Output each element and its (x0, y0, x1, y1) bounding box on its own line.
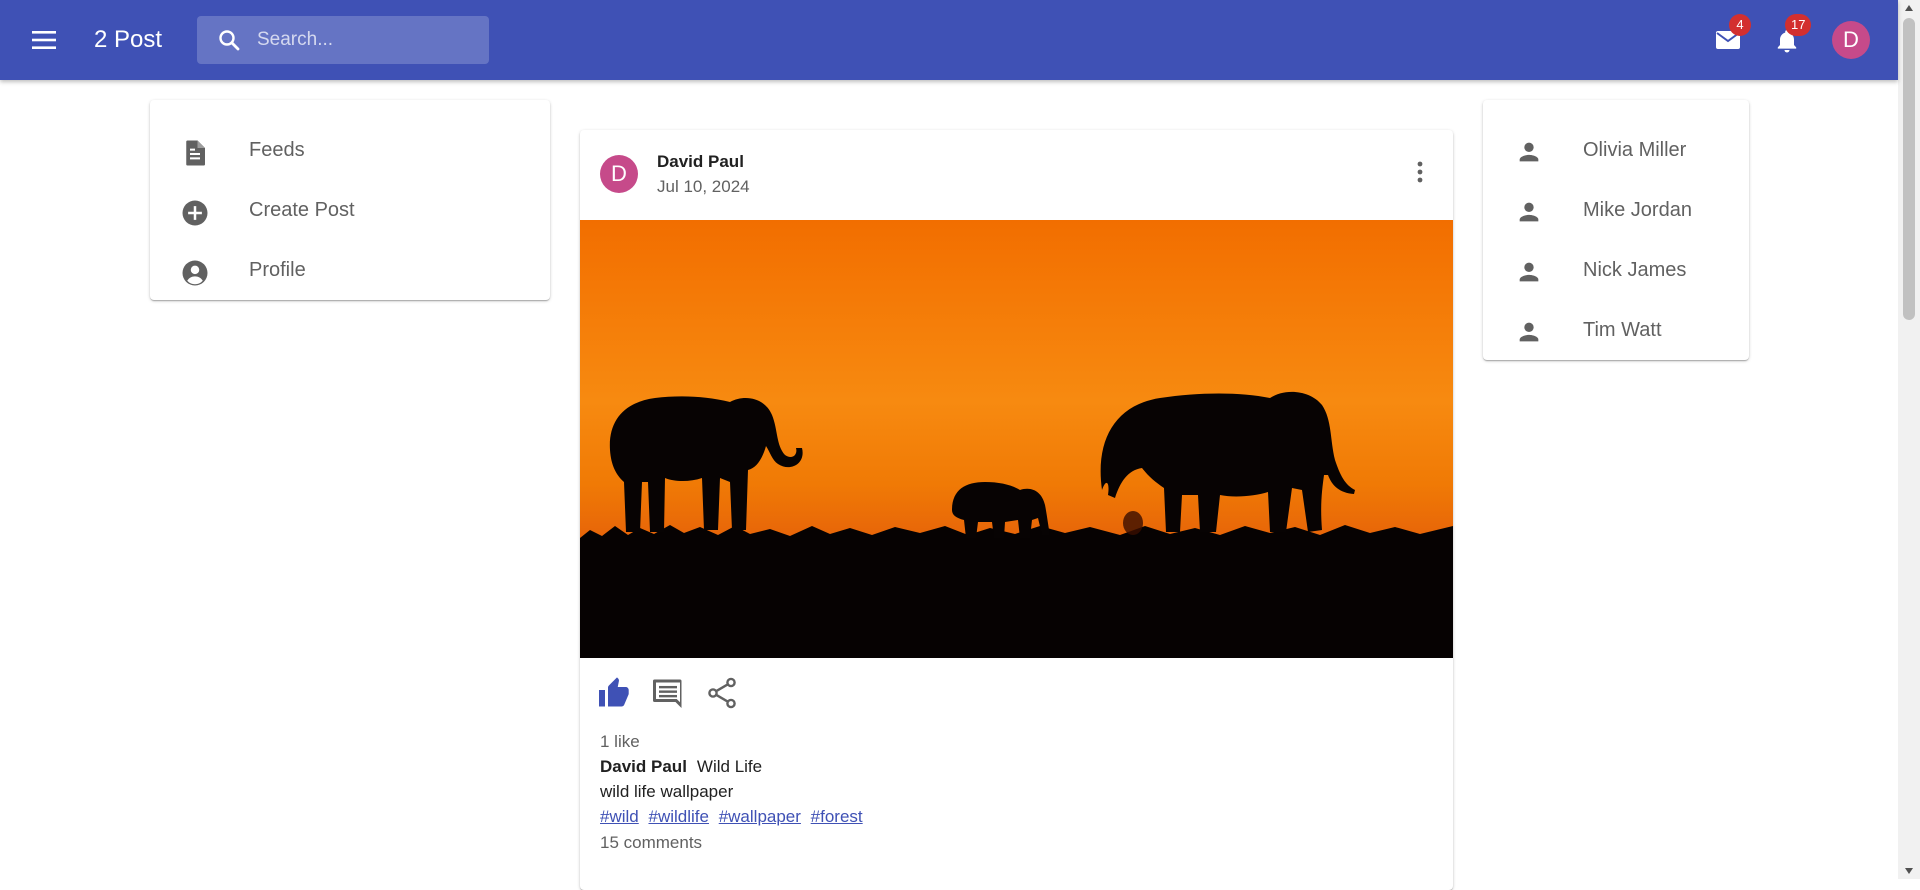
post-author[interactable]: David Paul (657, 152, 744, 172)
person-icon (1519, 322, 1539, 342)
page-scrollbar[interactable] (1898, 0, 1920, 879)
sidebar-item-label: Feeds (249, 139, 305, 161)
app-bar: 2 Post 4 17 D (0, 0, 1898, 80)
thumb-up-icon (599, 677, 629, 707)
mail-button[interactable]: 4 (1707, 14, 1751, 60)
account-circle-icon (182, 260, 208, 286)
post-more-button[interactable] (1400, 152, 1440, 192)
more-vert-icon (1417, 161, 1423, 183)
notifications-badge: 17 (1785, 14, 1812, 36)
friend-name: Mike Jordan (1583, 199, 1692, 221)
app-title: 2 Post (94, 26, 163, 53)
comment-button[interactable] (650, 675, 686, 711)
user-avatar[interactable]: D (1832, 21, 1870, 59)
share-button[interactable] (704, 675, 740, 711)
like-count: 1 like (600, 732, 640, 751)
sidebar-nav: Feeds Create Post Profile (150, 100, 550, 300)
post-image[interactable] (580, 220, 1453, 658)
friends-list: Olivia Miller Mike Jordan Nick James Tim… (1483, 100, 1749, 360)
menu-icon (32, 31, 56, 49)
menu-button[interactable] (26, 24, 62, 56)
tag-link[interactable]: #wild (600, 807, 639, 826)
person-icon (1519, 262, 1539, 282)
post-author-avatar[interactable]: D (600, 155, 638, 193)
caption-author[interactable]: David Paul (600, 757, 687, 776)
friend-name: Olivia Miller (1583, 139, 1687, 161)
person-icon (1519, 142, 1539, 162)
caption-title: Wild Life (696, 757, 763, 776)
sidebar-item-label: Create Post (249, 199, 355, 221)
post-card: D David Paul Jul 10, 2024 1 like David P… (580, 130, 1453, 890)
sidebar-item-create-post[interactable]: Create Post (150, 180, 550, 240)
person-icon (1519, 202, 1539, 222)
friend-item-mike-jordan[interactable]: Mike Jordan (1483, 180, 1749, 240)
post-description: wild life wallpaper (600, 782, 734, 801)
tag-link[interactable]: #wallpaper (719, 807, 801, 826)
sidebar-item-profile[interactable]: Profile (150, 240, 550, 300)
tag-link[interactable]: #wildlife (648, 807, 708, 826)
post-tags: #wild #wildlife #wallpaper #forest (600, 807, 868, 827)
search-box (197, 16, 489, 64)
search-icon (219, 30, 240, 51)
friend-item-nick-james[interactable]: Nick James (1483, 240, 1749, 300)
article-icon (186, 140, 205, 166)
scroll-down-icon[interactable] (1904, 866, 1914, 876)
search-input[interactable] (257, 16, 477, 64)
post-caption: David Paul Wild Life (600, 757, 762, 777)
friend-name: Tim Watt (1583, 319, 1662, 341)
post-date: Jul 10, 2024 (657, 177, 750, 196)
comment-icon (653, 679, 682, 708)
elephant-silhouette-image (580, 220, 1453, 658)
like-button[interactable] (596, 675, 632, 711)
scrollbar-thumb[interactable] (1903, 18, 1915, 320)
add-circle-icon (182, 200, 208, 226)
notifications-button[interactable]: 17 (1767, 14, 1812, 60)
scroll-up-icon[interactable] (1904, 3, 1914, 13)
sidebar-item-feeds[interactable]: Feeds (150, 120, 550, 180)
sidebar-item-label: Profile (249, 259, 306, 281)
mail-badge: 4 (1729, 14, 1751, 36)
friend-item-olivia-miller[interactable]: Olivia Miller (1483, 120, 1749, 180)
friend-name: Nick James (1583, 259, 1687, 281)
tag-link[interactable]: #forest (811, 807, 863, 826)
comments-link[interactable]: 15 comments (600, 833, 702, 853)
share-icon (708, 677, 736, 709)
friend-item-tim-watt[interactable]: Tim Watt (1483, 300, 1749, 360)
